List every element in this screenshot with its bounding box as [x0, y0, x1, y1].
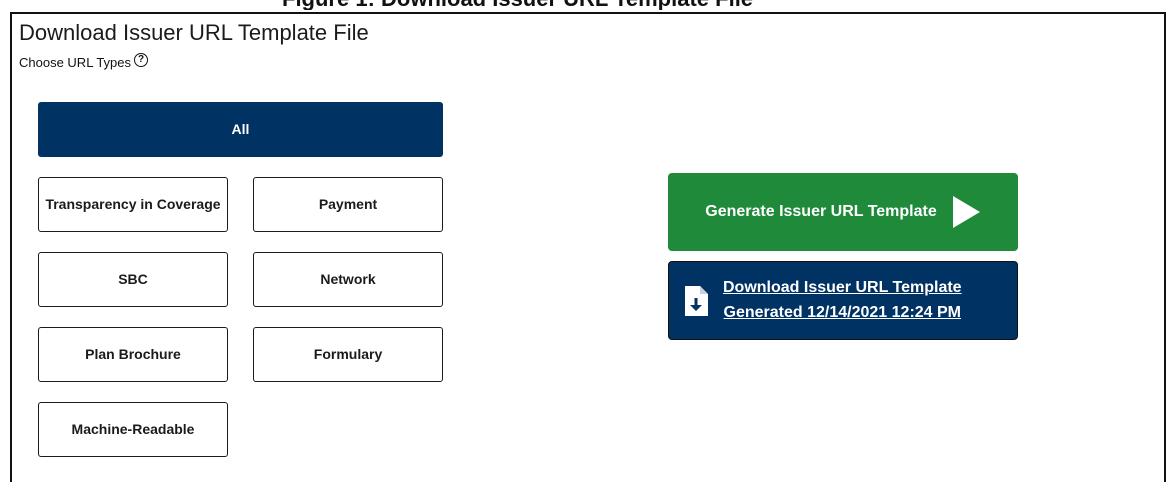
- file-download-icon: [685, 285, 708, 316]
- url-type-plan-brochure-button[interactable]: Plan Brochure: [38, 327, 228, 382]
- panel-title: Download Issuer URL Template File: [19, 20, 369, 45]
- download-template-button[interactable]: Download Issuer URL Template Generated 1…: [668, 261, 1018, 340]
- generate-template-label: Generate Issuer URL Template: [705, 203, 937, 220]
- download-generated-timestamp: Generated 12/14/2021 12:24 PM: [723, 303, 962, 321]
- url-type-formulary-button[interactable]: Formulary: [253, 327, 443, 382]
- download-template-link[interactable]: Download Issuer URL Template Generated 1…: [723, 276, 962, 326]
- url-type-machine-readable-button[interactable]: Machine-Readable: [38, 402, 228, 457]
- download-template-line1: Download Issuer URL Template: [723, 278, 962, 296]
- url-type-network-button[interactable]: Network: [253, 252, 443, 307]
- generate-template-button[interactable]: Generate Issuer URL Template: [668, 173, 1018, 251]
- play-triangle-icon: [952, 196, 980, 228]
- help-icon[interactable]: ?: [134, 52, 149, 67]
- url-type-all-button[interactable]: All: [38, 102, 443, 157]
- top-caption: Figure 1: Download Issuer URL Template F…: [0, 0, 1176, 10]
- url-type-sbc-button[interactable]: SBC: [38, 252, 228, 307]
- url-type-payment-button[interactable]: Payment: [253, 177, 443, 232]
- top-caption-text: Figure 1: Download Issuer URL Template F…: [282, 0, 753, 10]
- choose-url-types-label: Choose URL Types ?: [19, 52, 149, 70]
- url-type-transparency-button[interactable]: Transparency in Coverage: [38, 177, 228, 232]
- choose-url-types-text: Choose URL Types: [19, 55, 132, 70]
